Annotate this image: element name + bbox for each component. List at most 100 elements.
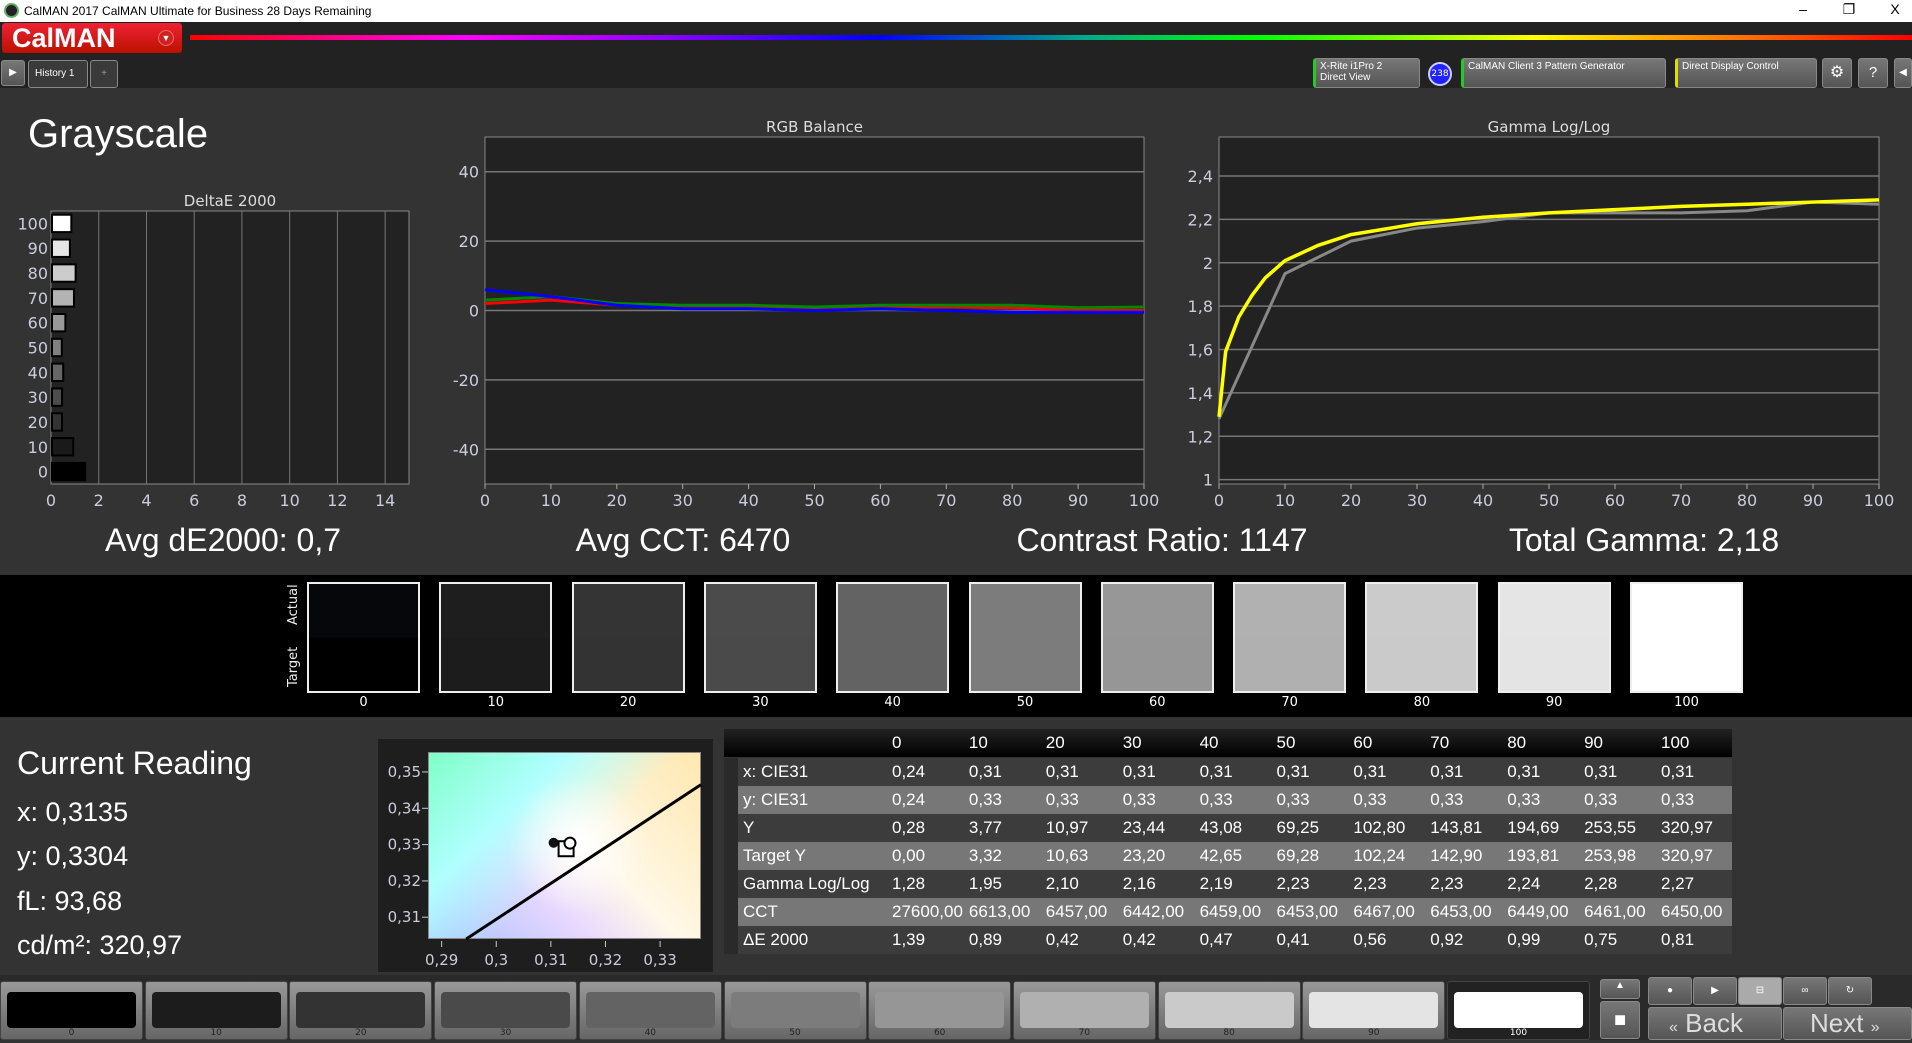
- grayscale-swatch: [836, 582, 950, 693]
- table-cell: 0,31: [1584, 762, 1618, 781]
- row-marker: [724, 786, 738, 814]
- gear-icon[interactable]: ⚙: [1822, 58, 1852, 88]
- x-tick-label: 0,31: [534, 951, 567, 969]
- scroll-up-button[interactable]: ▲: [1600, 979, 1640, 999]
- reading-cdm2: cd/m²: 320,97: [17, 930, 183, 960]
- table-cell: 0,89: [968, 930, 1002, 949]
- x-tick-label: 0: [480, 491, 490, 510]
- patch-button-0[interactable]: 0: [0, 981, 143, 1040]
- grayscale-swatch: [439, 582, 553, 693]
- x-tick-label: 70: [1671, 491, 1691, 510]
- table-cell: 6449,00: [1507, 902, 1569, 921]
- y-tick-label: 30: [28, 388, 48, 407]
- table-cell: 2,19: [1199, 874, 1233, 893]
- column-header: 50: [1276, 733, 1296, 752]
- patch-button-80[interactable]: 80: [1157, 981, 1301, 1040]
- x-tick-label: 100: [1129, 491, 1160, 510]
- play-icon[interactable]: ▶: [1693, 977, 1737, 1005]
- patch-button-40[interactable]: 40: [578, 981, 722, 1040]
- rainbow-bar: [190, 35, 1912, 40]
- patch-button-60[interactable]: 60: [868, 981, 1012, 1040]
- patch-button-70[interactable]: 70: [1012, 981, 1156, 1040]
- play-icon[interactable]: ▶: [1, 60, 25, 86]
- chevron-down-icon: ▼: [158, 30, 174, 46]
- minimize-button[interactable]: –: [1788, 1, 1818, 17]
- table-cell: 23,44: [1122, 818, 1166, 837]
- next-button[interactable]: Next »: [1783, 1007, 1912, 1040]
- restore-button[interactable]: ❐: [1834, 1, 1864, 18]
- x-tick-label: 90: [1068, 491, 1088, 510]
- collapse-icon[interactable]: ◀: [1894, 58, 1912, 88]
- add-tab-button[interactable]: +: [90, 60, 118, 88]
- table-cell: 0,92: [1430, 930, 1464, 949]
- refresh-icon[interactable]: ↻: [1828, 977, 1872, 1005]
- pattern-generator-selector[interactable]: CalMAN Client 3 Pattern Generator: [1461, 58, 1666, 88]
- back-button[interactable]: « Back: [1648, 1007, 1782, 1040]
- display-control-selector[interactable]: Direct Display Control: [1675, 58, 1817, 88]
- close-button[interactable]: X: [1880, 1, 1910, 17]
- patch-button-30[interactable]: 30: [434, 981, 578, 1040]
- patch-color: [1019, 992, 1149, 1028]
- patch-button-10[interactable]: 10: [144, 981, 288, 1040]
- x-tick-label: 50: [1539, 491, 1559, 510]
- table-cell: 0,31: [1199, 762, 1233, 781]
- patch-button-90[interactable]: 90: [1302, 981, 1446, 1040]
- table-cell: 0,56: [1353, 930, 1387, 949]
- x-tick-label: 80: [1737, 491, 1757, 510]
- app-icon: [4, 3, 19, 18]
- help-icon[interactable]: ?: [1858, 58, 1888, 88]
- table-cell: 143,81: [1430, 818, 1483, 837]
- table-row: CCT 27600,00 6613,00 6457,00 6442,00 6459,00 6…: [724, 898, 1732, 926]
- save-icon[interactable]: ⊟: [1738, 977, 1782, 1005]
- grayscale-swatch: [1630, 582, 1743, 693]
- y-tick-label: 0,32: [388, 872, 421, 890]
- calman-menu-button[interactable]: CalMAN ▼: [2, 23, 182, 53]
- reading-fl: fL: 93,68: [17, 886, 123, 916]
- row-label: ΔE 2000: [743, 930, 809, 949]
- stop-square-button[interactable]: ■: [1600, 1001, 1640, 1039]
- app-header: CalMAN ▼: [0, 22, 1912, 55]
- column-header: 20: [1045, 733, 1065, 752]
- table-cell: 0,81: [1661, 930, 1695, 949]
- table-cell: 43,08: [1199, 818, 1243, 837]
- swatch-strip: Actual Target 0 10 20 30 40 50 60 70 80 90 100: [0, 575, 1912, 717]
- y-tick-label: 80: [28, 264, 48, 283]
- table-cell: 6457,00: [1045, 902, 1108, 921]
- table-cell: 0,99: [1507, 930, 1541, 949]
- meter-badge[interactable]: 238: [1428, 62, 1452, 86]
- table-cell: 6613,00: [968, 902, 1031, 921]
- patch-button-50[interactable]: 50: [723, 981, 867, 1040]
- patch-label: 80: [1223, 1028, 1235, 1038]
- x-tick-label: 10: [279, 491, 299, 510]
- tab-history-1[interactable]: History 1: [28, 60, 88, 88]
- table-cell: 0,33: [1507, 790, 1541, 809]
- loop-icon[interactable]: ∞: [1783, 977, 1827, 1005]
- table-cell: 2,23: [1430, 874, 1464, 893]
- x-tick-label: 40: [738, 491, 758, 510]
- plot-area: [1218, 136, 1880, 485]
- measured-point: [563, 836, 577, 850]
- row-label: x: CIE31: [743, 762, 809, 781]
- table-cell: 320,97: [1661, 846, 1713, 865]
- x-tick-label: 10: [1275, 491, 1295, 510]
- x-tick-label: 80: [1002, 491, 1022, 510]
- table-cell: 0,75: [1584, 930, 1618, 949]
- swatch-label: 20: [619, 695, 637, 710]
- table-cell: 194,69: [1507, 818, 1560, 837]
- patch-label: 40: [644, 1028, 657, 1038]
- table-cell: 0,33: [968, 790, 1002, 809]
- stop-icon[interactable]: ●: [1648, 977, 1692, 1005]
- table-cell: 2,24: [1507, 874, 1541, 893]
- meter-selector[interactable]: X-Rite i1Pro 2 Direct View: [1313, 58, 1420, 88]
- table-row: Target Y 0,00 3,32 10,63 23,20 42,65 69,28 102,…: [724, 842, 1732, 870]
- x-tick-label: 20: [1341, 491, 1361, 510]
- table-cell: 0,47: [1199, 930, 1233, 949]
- patch-color: [296, 992, 426, 1028]
- table-cell: 0,33: [1199, 790, 1233, 809]
- bar: [51, 387, 64, 407]
- bar: [51, 412, 64, 432]
- patch-button-20[interactable]: 20: [289, 981, 433, 1040]
- patch-label: 0: [68, 1028, 75, 1038]
- y-tick-label: 20: [459, 232, 479, 251]
- patch-button-100[interactable]: 100: [1447, 981, 1590, 1040]
